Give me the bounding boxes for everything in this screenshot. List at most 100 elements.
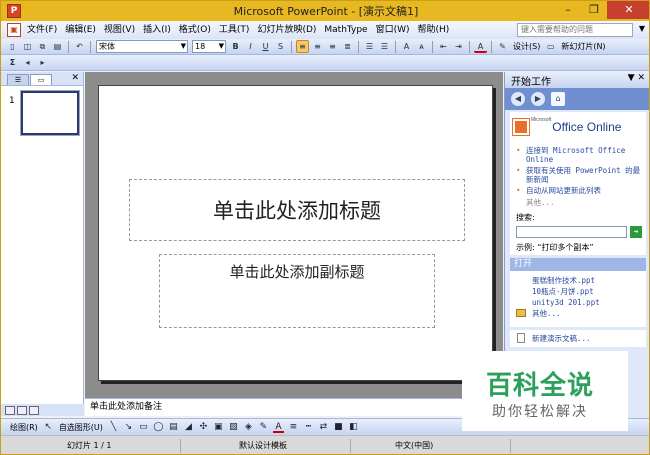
wordart-icon[interactable]: ◢ [183,422,194,433]
list-item[interactable]: • 获取有关使用 PowerPoint 的最新新闻 [516,166,642,184]
menu-insert[interactable]: 插入(I) [139,22,175,38]
recent-file[interactable]: 10瓶点-月饼.ppt [532,286,642,297]
arrow-icon[interactable]: ↘ [123,422,134,433]
font-color-icon[interactable]: A [474,40,487,53]
line-color-icon[interactable]: ✎ [258,422,269,433]
textbox-icon[interactable]: ▤ [168,422,179,433]
fill-color-icon[interactable]: ◈ [243,422,254,433]
increase-indent-icon[interactable]: ⇥ [452,40,465,53]
line-icon[interactable]: ╲ [108,422,119,433]
arrow-right-icon[interactable]: ▸ [36,56,49,69]
recent-file[interactable]: 蛋糕制作技术.ppt [532,275,642,286]
3d-style-icon[interactable]: ◧ [348,422,359,433]
document-icon[interactable]: ▣ [7,23,21,37]
chevron-down-icon: ▼ [180,42,186,50]
rectangle-icon[interactable]: ▭ [138,422,149,433]
font-name-select[interactable]: 宋体 ▼ [96,40,188,53]
notes-input[interactable]: 单击此处添加备注 [85,398,503,416]
dash-style-icon[interactable]: ┅ [303,422,314,433]
decrease-font-icon[interactable]: ᴀ [415,40,428,53]
task-pane-nav: ◀ ▶ ⌂ [505,88,649,110]
picture-icon[interactable]: ▨ [228,422,239,433]
more-link[interactable]: 其他... [516,197,642,208]
minimize-button[interactable]: – [555,1,581,19]
bold-button[interactable]: B [229,40,242,53]
undo-icon[interactable]: ↶ [73,40,86,53]
open-icon[interactable]: ◫ [21,40,34,53]
open-more-link[interactable]: 其他... [532,308,642,319]
autoshapes-button[interactable]: 自选图形(U) [56,422,106,433]
menu-slideshow[interactable]: 幻灯片放映(D) [253,22,320,38]
align-center-icon[interactable]: ≡ [311,40,324,53]
close-button[interactable]: ✕ [607,1,649,19]
menu-help[interactable]: 帮助(H) [414,22,454,38]
clipart-icon[interactable]: ▣ [213,422,224,433]
menu-tools[interactable]: 工具(T) [215,22,254,38]
oval-icon[interactable]: ◯ [153,422,164,433]
line-style-icon[interactable]: ≡ [288,422,299,433]
arrow-style-icon[interactable]: ⇄ [318,422,329,433]
help-search-input[interactable]: 键入需要帮助的问题 [517,23,633,37]
select-pointer-icon[interactable]: ↖ [43,422,54,433]
font-size-select[interactable]: 18 ▼ [192,40,226,53]
link-update[interactable]: 自动从网站更新此列表 [526,186,601,195]
menu-format[interactable]: 格式(O) [175,22,215,38]
search-input[interactable] [516,226,628,238]
forward-icon[interactable]: ▶ [531,92,545,106]
design-button[interactable]: 设计(S) [510,41,543,52]
sorter-view-icon[interactable] [17,405,27,415]
restore-button[interactable]: ❐ [581,1,607,19]
align-left-icon[interactable]: ≡ [296,40,309,53]
new-presentation-link[interactable]: 新建演示文稿... [532,334,591,343]
new-icon[interactable]: ▯ [6,40,19,53]
distribute-icon[interactable]: ≣ [341,40,354,53]
copy-icon[interactable]: ⧉ [36,40,49,53]
tab-outline[interactable]: ☰ [7,74,29,85]
shadow-style-icon[interactable]: ■ [333,422,344,433]
list-item[interactable]: • 自动从网站更新此列表 [516,186,642,195]
slide-thumbnail[interactable] [20,90,80,136]
numbering-icon[interactable]: ☰ [363,40,376,53]
menu-edit[interactable]: 编辑(E) [61,22,100,38]
list-item[interactable]: • 连接到 Microsoft Office Online [516,146,642,164]
decrease-indent-icon[interactable]: ⇤ [437,40,450,53]
arrow-left-icon[interactable]: ◂ [21,56,34,69]
design-icon: ✎ [499,42,506,51]
menu-mathtype[interactable]: MathType [320,22,371,38]
draw-menu-button[interactable]: 绘图(R) [7,422,41,433]
menu-file[interactable]: 文件(F) [23,22,61,38]
task-pane-controls[interactable]: ▼ ✕ [628,73,645,83]
office-logo-icon [512,118,530,136]
link-connect[interactable]: 连接到 Microsoft Office Online [526,146,642,164]
slide[interactable]: 单击此处添加标题 单击此处添加副标题 [98,85,493,381]
menu-window[interactable]: 窗口(W) [372,22,414,38]
search-go-button[interactable]: ➔ [630,226,642,238]
shadow-button[interactable]: S [274,40,287,53]
paste-icon[interactable]: ▤ [51,40,64,53]
underline-button[interactable]: U [259,40,272,53]
close-icon[interactable]: ✕ [71,73,79,83]
tab-slides[interactable]: ▭ [30,74,52,85]
powerpoint-app-icon[interactable]: P [7,4,21,18]
italic-button[interactable]: I [244,40,257,53]
title-placeholder[interactable]: 单击此处添加标题 [129,179,465,241]
home-icon[interactable]: ⌂ [551,92,565,106]
recent-file[interactable]: unity3d 201.ppt [532,297,642,308]
office-online-logo: Microsoft Office Online [510,112,646,142]
watermark-subtitle: 助你轻松解决 [492,404,588,420]
back-icon[interactable]: ◀ [511,92,525,106]
subtitle-placeholder[interactable]: 单击此处添加副标题 [159,254,435,328]
align-right-icon[interactable]: ≡ [326,40,339,53]
font-color-icon[interactable]: A [272,422,284,433]
normal-view-icon[interactable] [5,405,15,415]
recent-files: 蛋糕制作技术.ppt 10瓶点-月饼.ppt unity3d 201.ppt 其… [510,271,646,327]
link-news[interactable]: 获取有关使用 PowerPoint 的最新新闻 [526,166,642,184]
chevron-down-icon[interactable]: ▼ [639,24,645,33]
slideshow-view-icon[interactable] [29,405,39,415]
menu-view[interactable]: 视图(V) [100,22,139,38]
increase-font-icon[interactable]: A [400,40,413,53]
diagram-icon[interactable]: ✣ [198,422,209,433]
sum-icon[interactable]: Σ [6,56,19,69]
new-slide-button[interactable]: 新幻灯片(N) [558,41,608,52]
bullets-icon[interactable]: ☰ [378,40,391,53]
